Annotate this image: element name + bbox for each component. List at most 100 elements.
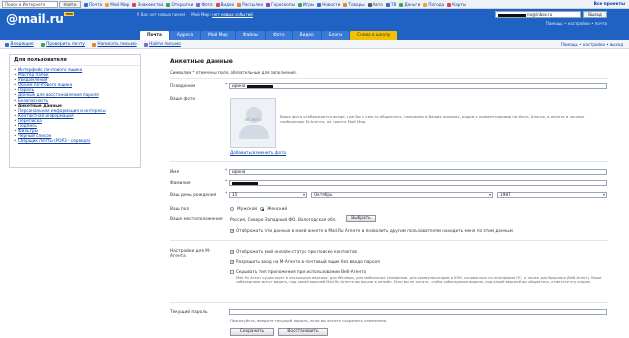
portal-link-label[interactable]: Почта [89, 1, 102, 8]
toolbar-item[interactable]: Проверить почту [40, 41, 85, 48]
portal-link[interactable]: Карты [447, 1, 466, 8]
toolbar-item-label[interactable]: Проверить почту [46, 41, 85, 48]
portal-links: Почта Мой Мир Знакомства Открытки Фото Видео Р… [84, 1, 529, 8]
no-password-login-label[interactable]: Разрешить вход на М-Агента в почтовый ящ… [236, 259, 380, 264]
lastname-required-icon: * [225, 180, 228, 185]
portal-link-label[interactable]: Видео [221, 1, 235, 8]
web-search-input[interactable]: Поиск в Интернете [2, 1, 58, 8]
portal-link[interactable]: Мой Мир [105, 1, 129, 8]
toolbar-item[interactable]: Входящие [5, 41, 34, 48]
all-projects-link[interactable]: Все проекты [594, 1, 625, 8]
current-password-field[interactable] [229, 309, 607, 315]
portal-link-label[interactable]: Авто [373, 1, 383, 8]
portal-link[interactable]: Игры [297, 1, 314, 8]
portal-link[interactable]: Деньги [399, 1, 420, 8]
firstname-required-icon: * [225, 169, 228, 174]
nickname-field[interactable]: ирина [229, 83, 607, 89]
show-data-text[interactable]: Отображать эти данные в моей анкете в Ma… [236, 228, 513, 233]
required-note-suffix: отмечены поля, обязательные для заполнен… [195, 70, 297, 75]
tab-3[interactable]: Файлы [235, 31, 266, 40]
new-mail-status[interactable]: У Вас нет новых писем [137, 12, 185, 17]
divider [170, 240, 608, 241]
video-icon [215, 2, 220, 7]
show-data-checkbox[interactable] [230, 228, 234, 233]
header-links[interactable]: Помощь • настройки • почта [546, 21, 607, 26]
portal-link[interactable]: Рассылки [237, 1, 263, 8]
web-search-button[interactable]: Найти [59, 1, 81, 8]
agent-option-2: Разрешить вход на М-Агента в почтовый ящ… [230, 259, 380, 264]
toolbar-item-label[interactable]: Входящие [11, 41, 34, 48]
toolbar-item[interactable]: Найти письмо [143, 41, 181, 48]
portal-link-label[interactable]: TB [391, 1, 396, 8]
toolbar-item[interactable]: Написать письмо [91, 41, 137, 48]
portal-link-label[interactable]: Знакомства [137, 1, 163, 8]
hide-app-type-checkbox[interactable] [230, 269, 234, 274]
toolbar-right-links[interactable]: Помощь • настройки • выход [561, 41, 623, 48]
online-status-checkbox[interactable] [230, 249, 234, 254]
portal-link[interactable]: Гороскопы [266, 1, 295, 8]
portal-link[interactable]: TB [385, 1, 396, 8]
tab-2[interactable]: Мой Мир [201, 31, 235, 40]
save-button[interactable]: Сохранить [230, 328, 274, 336]
lastname-redaction [232, 181, 258, 185]
sidebar-item[interactable]: Сборщик почты (POP3 - сервера) [14, 138, 136, 143]
portal-link[interactable]: Погода [423, 1, 444, 8]
tab-0[interactable]: Почта [140, 31, 169, 40]
photo-placeholder[interactable]: НЕТ ФОТО [230, 98, 276, 148]
choose-location-button[interactable]: Выбрать [346, 215, 376, 222]
tab-4[interactable]: Фото [266, 31, 292, 40]
portal-link[interactable]: Новости [317, 1, 340, 8]
portal-link-label[interactable]: Рассылки [242, 1, 263, 8]
compose-icon [91, 42, 96, 47]
toolbar-items: Входящие Проверить почту Написать письмо На… [5, 41, 181, 48]
tab-7[interactable]: Снова в школу [350, 31, 398, 40]
birthday-required-icon: * [225, 192, 228, 197]
portal-link-label[interactable]: Гороскопы [271, 1, 295, 8]
tab-6[interactable]: Блоги [321, 31, 349, 40]
restore-button[interactable]: Восстановить [278, 328, 328, 336]
portal-link-label[interactable]: Погода [428, 1, 444, 8]
mailru-logo[interactable]: @mail.ru new [6, 12, 74, 26]
portal-link-label[interactable]: Игры [303, 1, 314, 8]
portal-link-label[interactable]: Открытки [171, 1, 193, 8]
portal-link-label[interactable]: Новости [322, 1, 340, 8]
portal-link[interactable]: Авто [367, 1, 383, 8]
logout-button[interactable]: Выход [583, 11, 607, 18]
birth-year-select[interactable]: 1987 [497, 192, 607, 198]
toolbar-item-label[interactable]: Найти письмо [149, 41, 181, 48]
portal-link[interactable]: Товары [343, 1, 365, 8]
toolbar-item-label[interactable]: Написать письмо [97, 41, 136, 48]
games-icon [297, 2, 302, 7]
agent-settings-label: Настройки для М-Агента [170, 249, 211, 259]
portal-link-label[interactable]: Деньги [404, 1, 420, 8]
hide-app-type-label[interactable]: Скрывать тип приложения при использовани… [236, 269, 366, 274]
gender-female-radio[interactable] [259, 206, 264, 211]
portal-link[interactable]: Фото [196, 1, 213, 8]
firstname-field[interactable]: ирина [229, 169, 607, 175]
no-password-login-checkbox[interactable] [230, 259, 234, 264]
password-label: Текущий пароль [170, 310, 208, 315]
tab-1[interactable]: Адреса [169, 31, 201, 40]
my-world-link[interactable]: нет новых событий [212, 12, 253, 17]
tab-5[interactable]: Видео [292, 31, 321, 40]
user-email-box[interactable]: na@inbox.ru [495, 11, 581, 18]
news-icon [317, 2, 322, 7]
portal-link-label[interactable]: Фото [201, 1, 212, 8]
portal-link-label[interactable]: Карты [452, 1, 466, 8]
portal-link-label[interactable]: Мой Мир [110, 1, 129, 8]
online-status-label[interactable]: Отображать мой онлайн-статус при поиске … [236, 249, 357, 254]
birth-day-select[interactable]: 15 [229, 192, 307, 198]
newsletter-icon [237, 2, 242, 7]
birth-month-select[interactable]: Октябрь [311, 192, 493, 198]
portal-link[interactable]: Открытки [166, 1, 193, 8]
portal-link[interactable]: Знакомства [132, 1, 163, 8]
lastname-field[interactable] [229, 180, 607, 186]
gender-female-label[interactable]: Женский [267, 206, 287, 211]
gender-male-radio[interactable] [230, 206, 234, 211]
change-photo-link[interactable]: Добавить/изменить фото [230, 150, 286, 155]
portal-link[interactable]: Почта [84, 1, 102, 8]
gender-male-label[interactable]: Мужской [237, 206, 257, 211]
divider [170, 161, 608, 162]
portal-link-label[interactable]: Товары [348, 1, 364, 8]
portal-link[interactable]: Видео [215, 1, 235, 8]
